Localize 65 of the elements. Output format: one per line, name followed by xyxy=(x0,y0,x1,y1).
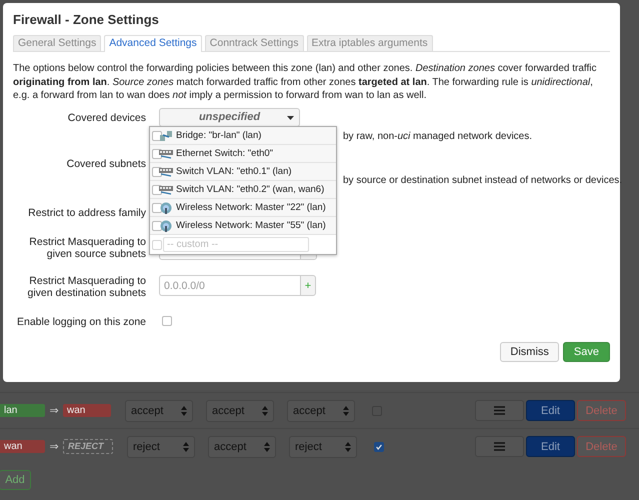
dropdown-item[interactable]: Switch VLAN: "eth0.2" (wan, wan6) xyxy=(150,181,336,199)
policy-select[interactable]: accept xyxy=(206,400,274,422)
masquerade-checkbox[interactable] xyxy=(374,442,384,452)
switch-icon xyxy=(159,184,173,196)
tab[interactable]: Conntrack Settings xyxy=(204,35,304,51)
updown-icon xyxy=(183,442,189,452)
edit-button[interactable]: Edit xyxy=(526,400,575,421)
updown-icon xyxy=(262,406,268,416)
switch-icon xyxy=(159,148,173,160)
custom-input[interactable]: -- custom -- xyxy=(163,237,309,252)
dismiss-button[interactable]: Dismiss xyxy=(500,342,559,362)
edit-button[interactable]: Edit xyxy=(526,436,575,457)
hint-text: by raw, non-uci managed network devices. xyxy=(343,130,532,142)
field-label: Enable logging on this zone xyxy=(16,317,146,328)
description-text: The options below control the forwarding policies between this zone (lan) and other zones. Destination zones cover forwarded traffic originating from lan. Source zones match forwarded traffic from other zones targeted at lan. The forwarding rule is unidirectional, e.g. a forward from lan to wan does not imply a permission to forward from wan to lan as well. xyxy=(13,62,598,102)
updown-icon xyxy=(345,442,351,452)
policy-select[interactable]: reject xyxy=(289,436,357,458)
menu-button[interactable] xyxy=(475,436,524,457)
arrow-glyph: ⇒ xyxy=(48,440,60,453)
menu-icon xyxy=(494,406,505,415)
dropdown-item[interactable]: Bridge: "br-lan" (lan) xyxy=(150,127,336,145)
zone-tag: wan xyxy=(63,404,111,417)
checkbox[interactable] xyxy=(152,130,162,140)
tab[interactable]: General Settings xyxy=(13,35,102,51)
policy-select[interactable]: accept xyxy=(125,400,193,422)
window-title: Firewall - Zone Settings xyxy=(13,12,160,29)
checkbox[interactable] xyxy=(152,202,162,212)
policy-select[interactable]: accept xyxy=(287,400,355,422)
subnet-input[interactable]: 0.0.0.0/0 xyxy=(159,275,300,296)
field-label: Covered subnets xyxy=(66,158,146,169)
arrow-glyph: ⇒ xyxy=(48,404,60,417)
zone-tag: lan xyxy=(0,404,45,417)
updown-icon xyxy=(181,406,187,416)
switch-icon xyxy=(159,166,173,178)
save-button[interactable]: Save xyxy=(562,342,610,362)
policy-select[interactable]: reject xyxy=(127,436,195,458)
checkbox[interactable] xyxy=(152,240,162,250)
devices-select[interactable]: unspecified xyxy=(159,108,300,126)
checkbox[interactable] xyxy=(152,220,162,230)
caret-icon xyxy=(287,116,294,120)
field-label: Restrict Masquerading to given destination subnets xyxy=(26,275,146,299)
logging-checkbox[interactable] xyxy=(162,316,172,326)
delete-button[interactable]: Delete xyxy=(577,400,626,421)
wireless-icon xyxy=(159,202,173,214)
field-label: Restrict to address family xyxy=(27,208,146,218)
dropdown-item[interactable]: Wireless Network: Master "55" (lan) xyxy=(150,217,336,235)
field-label: Covered devices xyxy=(66,112,146,123)
zone-tag: wan xyxy=(0,440,45,453)
dropdown-item[interactable]: Ethernet Switch: "eth0" xyxy=(150,145,336,163)
updown-icon xyxy=(264,442,270,452)
reject-tag: REJECT xyxy=(63,439,113,454)
add-button[interactable]: Add xyxy=(0,470,31,490)
wireless-icon xyxy=(159,220,173,232)
dropdown-item[interactable]: Switch VLAN: "eth0.1" (lan) xyxy=(150,163,336,181)
menu-icon xyxy=(494,442,505,451)
field-label: Restrict Masquerading to given source subnets xyxy=(28,236,146,260)
add-button[interactable]: + xyxy=(300,275,316,296)
dropdown-item[interactable]: Wireless Network: Master "22" (lan) xyxy=(150,199,336,217)
menu-button[interactable] xyxy=(475,400,524,421)
delete-button[interactable]: Delete xyxy=(577,436,626,457)
updown-icon xyxy=(343,406,349,416)
tab[interactable]: Advanced Settings xyxy=(104,35,202,52)
tab[interactable]: Extra iptables arguments xyxy=(306,35,433,51)
bridge-icon xyxy=(159,130,173,142)
policy-select[interactable]: accept xyxy=(208,436,276,458)
